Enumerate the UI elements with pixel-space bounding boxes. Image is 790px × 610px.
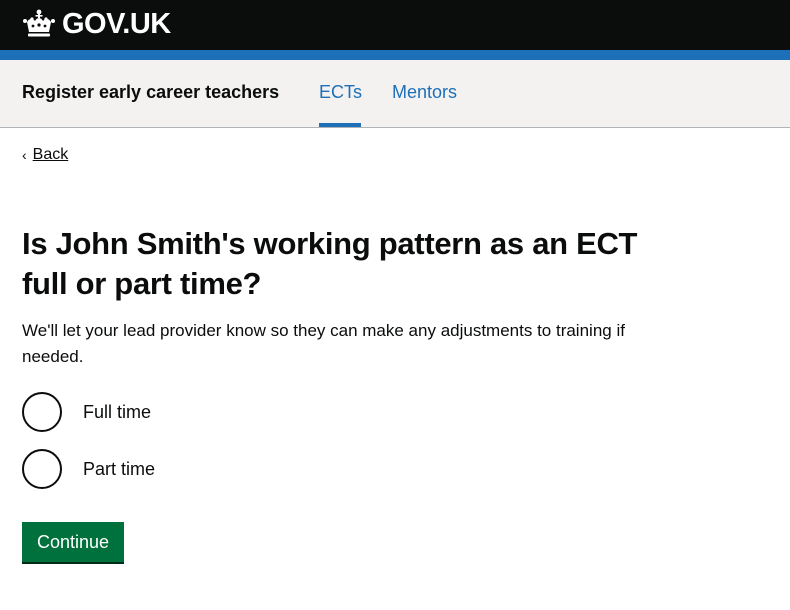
nav-active-indicator: [319, 123, 361, 127]
crown-icon: [23, 9, 55, 37]
chevron-left-icon: ‹: [22, 147, 27, 163]
page-title: Is John Smith's working pattern as an EC…: [22, 226, 638, 301]
radio-button-part-time[interactable]: [22, 449, 62, 489]
back-link[interactable]: ‹ Back: [22, 146, 68, 164]
nav-link-ects[interactable]: ECTs: [319, 82, 362, 103]
radio-option-part-time[interactable]: Part time: [22, 447, 155, 491]
radio-label-part-time: Part time: [83, 458, 156, 479]
govuk-logotype: GOV.UK: [62, 7, 171, 40]
service-name-link[interactable]: Register early career teachers: [22, 82, 279, 103]
header-accent-bar: [0, 50, 790, 60]
nav-link-mentors[interactable]: Mentors: [392, 82, 457, 103]
continue-button[interactable]: Continue: [22, 522, 124, 562]
back-link-label: Back: [32, 146, 69, 163]
service-navigation: Register early career teachers ECTs Ment…: [0, 60, 790, 128]
govuk-header: GOV.UK: [0, 0, 790, 50]
radio-option-full-time[interactable]: Full time: [22, 390, 151, 434]
govuk-logo-link[interactable]: GOV.UK: [22, 6, 171, 42]
radio-label-full-time: Full time: [83, 401, 152, 422]
radio-button-full-time[interactable]: [22, 392, 62, 432]
question-hint: We'll let your lead provider know so the…: [22, 321, 625, 366]
